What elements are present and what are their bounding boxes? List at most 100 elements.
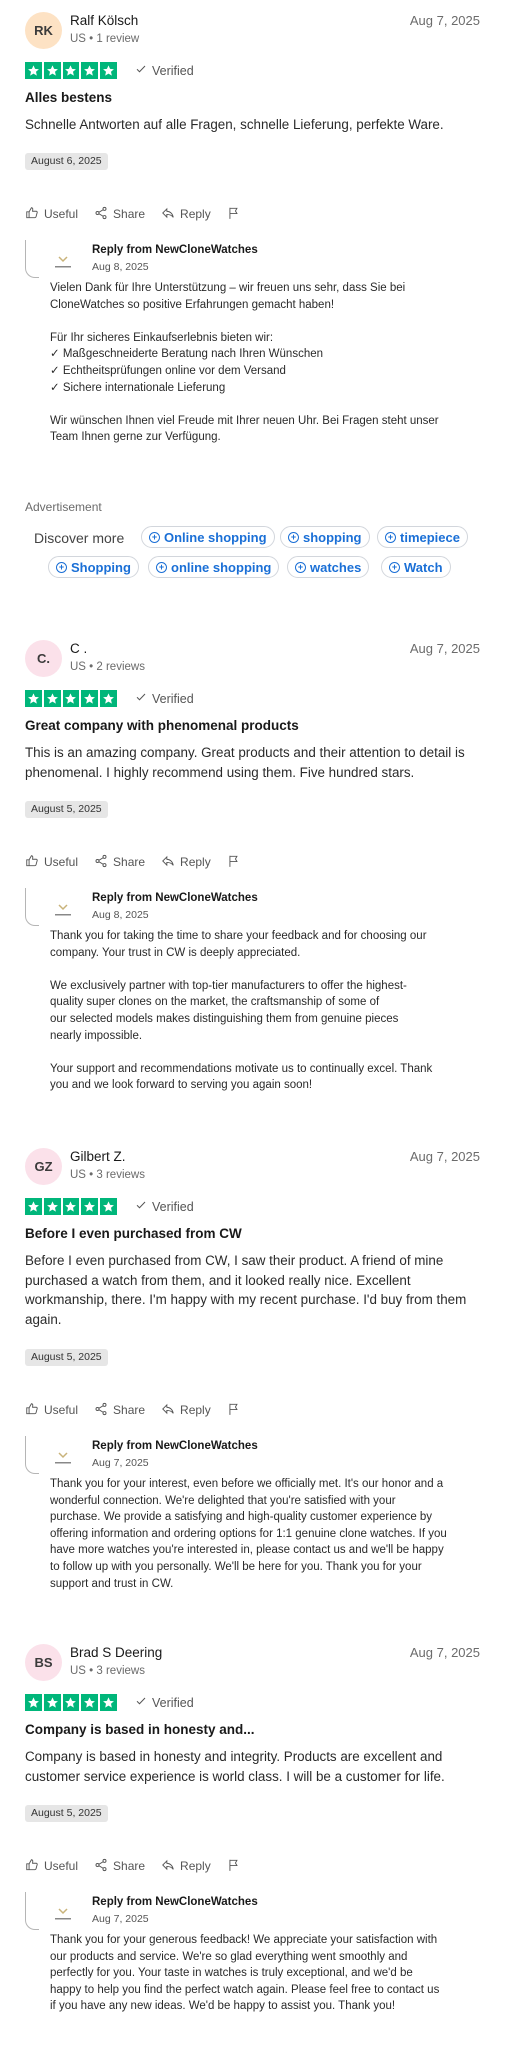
reviewer-meta: US • 1 review — [70, 33, 140, 45]
review-title[interactable]: Alles bestens — [25, 90, 485, 105]
avatar[interactable]: BS — [25, 1644, 62, 1681]
share-button[interactable]: Share — [94, 1858, 145, 1875]
check-icon — [135, 691, 147, 706]
reviewer-name[interactable]: C . — [70, 641, 87, 656]
ad-chip[interactable]: + watches — [287, 556, 370, 578]
ad-chip[interactable]: + shopping — [280, 526, 370, 548]
review-header: RK Ralf Kölsch US • 1 review Aug 7, 2025 — [25, 12, 480, 58]
star-icon — [62, 62, 80, 79]
thumbs-up-icon — [25, 854, 39, 871]
star-rating — [25, 1198, 117, 1215]
reply-text: Thank you for your generous feedback! We… — [50, 1934, 440, 2013]
share-button[interactable]: Share — [94, 1402, 145, 1419]
company-logo-icon — [55, 903, 71, 916]
share-button[interactable]: Share — [94, 854, 145, 871]
useful-button[interactable]: Useful — [25, 1402, 78, 1419]
ad-chip[interactable]: + Online shopping — [141, 526, 275, 548]
reply-connector — [25, 1892, 39, 1930]
star-icon — [25, 690, 42, 707]
company-logo-icon — [55, 255, 71, 268]
review-date: Aug 7, 2025 — [409, 1645, 480, 1660]
verified-badge: Verified — [135, 63, 194, 78]
reply-icon — [161, 206, 175, 223]
useful-button[interactable]: Useful — [25, 1858, 78, 1875]
plus-icon: + — [56, 561, 67, 573]
ad-chip[interactable]: + online shopping — [148, 556, 280, 578]
reply-button[interactable]: Reply — [161, 1402, 211, 1419]
star-icon — [62, 690, 80, 707]
reply-from-label: Reply from NewCloneWatches — [92, 1896, 258, 1908]
reviewer-name[interactable]: Gilbert Z. — [70, 1149, 126, 1164]
star-icon — [62, 1198, 80, 1215]
review-title[interactable]: Company is based in honesty and... — [25, 1722, 485, 1737]
review-title[interactable]: Before I even purchased from CW — [25, 1226, 485, 1241]
review-date: Aug 7, 2025 — [409, 641, 480, 656]
ad-chip[interactable]: + Watch — [381, 556, 451, 578]
discover-more-label: Discover more — [34, 530, 125, 546]
reply-from-label: Reply from NewCloneWatches — [92, 1440, 258, 1452]
reviewer-name[interactable]: Brad S Deering — [70, 1645, 162, 1660]
reviewer-name[interactable]: Ralf Kölsch — [70, 13, 138, 28]
reply-connector — [25, 888, 39, 926]
avatar[interactable]: GZ — [25, 1148, 62, 1185]
useful-button[interactable]: Useful — [25, 206, 78, 223]
star-icon — [43, 62, 61, 79]
review-actions: Useful Share Reply — [25, 852, 257, 872]
experience-date: August 6, 2025 — [25, 153, 108, 170]
company-logo-icon — [55, 1451, 71, 1464]
report-button[interactable] — [227, 206, 241, 223]
check-icon — [135, 1199, 147, 1214]
review-header: C. C . US • 2 reviews Aug 7, 2025 — [25, 640, 480, 686]
star-icon — [62, 1694, 80, 1711]
reply-date: Aug 7, 2025 — [92, 1913, 149, 1925]
reply-date: Aug 8, 2025 — [92, 261, 149, 273]
review-actions: Useful Share Reply — [25, 1400, 257, 1420]
star-icon — [43, 690, 61, 707]
experience-date: August 5, 2025 — [25, 1349, 108, 1366]
report-button[interactable] — [227, 1858, 241, 1875]
share-button[interactable]: Share — [94, 206, 145, 223]
thumbs-up-icon — [25, 1402, 39, 1419]
experience-date: August 5, 2025 — [25, 801, 108, 818]
report-button[interactable] — [227, 1402, 241, 1419]
plus-icon: + — [295, 561, 306, 573]
star-rating — [25, 1694, 117, 1711]
share-icon — [94, 1858, 108, 1875]
reviewer-meta: US • 2 reviews — [70, 661, 145, 673]
review-actions: Useful Share Reply — [25, 204, 257, 224]
reply-from-label: Reply from NewCloneWatches — [92, 892, 258, 904]
flag-icon — [227, 206, 241, 223]
reply-button[interactable]: Reply — [161, 206, 211, 223]
verified-badge: Verified — [135, 1199, 194, 1214]
reply-date: Aug 7, 2025 — [92, 1457, 149, 1469]
star-icon — [81, 1198, 99, 1215]
plus-icon: + — [389, 561, 400, 573]
reply-button[interactable]: Reply — [161, 854, 211, 871]
review-actions: Useful Share Reply — [25, 1856, 257, 1876]
report-button[interactable] — [227, 854, 241, 871]
reply-date: Aug 8, 2025 — [92, 909, 149, 921]
flag-icon — [227, 1402, 241, 1419]
plus-icon: + — [385, 531, 396, 543]
ad-chip[interactable]: + Shopping — [48, 556, 139, 578]
reviewer-meta: US • 3 reviews — [70, 1665, 145, 1677]
star-rating — [25, 62, 117, 79]
reply-button[interactable]: Reply — [161, 1858, 211, 1875]
review-header: GZ Gilbert Z. US • 3 reviews Aug 7, 2025 — [25, 1148, 480, 1194]
review-title[interactable]: Great company with phenomenal products — [25, 718, 485, 733]
star-icon — [100, 1198, 117, 1215]
ad-chip[interactable]: + timepiece — [377, 526, 468, 548]
review-header: BS Brad S Deering US • 3 reviews Aug 7, … — [25, 1644, 480, 1690]
review-body: Before I even purchased from CW, I saw t… — [25, 1253, 467, 1327]
reply-icon — [161, 854, 175, 871]
useful-button[interactable]: Useful — [25, 854, 78, 871]
star-icon — [81, 1694, 99, 1711]
review-date: Aug 7, 2025 — [409, 13, 480, 28]
flag-icon — [227, 854, 241, 871]
share-icon — [94, 1402, 108, 1419]
avatar[interactable]: RK — [25, 12, 62, 49]
star-icon — [25, 1198, 42, 1215]
star-icon — [81, 690, 99, 707]
thumbs-up-icon — [25, 206, 39, 223]
avatar[interactable]: C. — [25, 640, 62, 677]
